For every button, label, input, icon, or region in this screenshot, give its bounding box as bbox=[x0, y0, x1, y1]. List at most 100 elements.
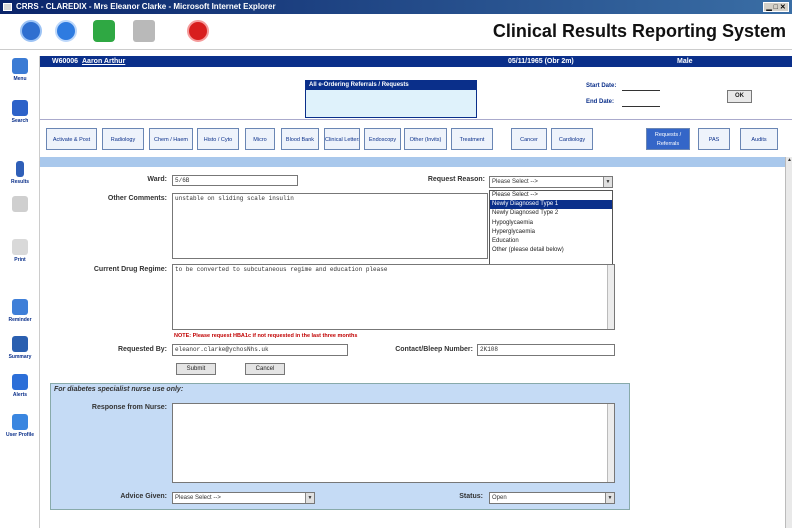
ward-input[interactable]: 5/6B bbox=[172, 175, 298, 186]
status-select[interactable]: Open ▼ bbox=[489, 492, 615, 504]
sidebar-item-reminder[interactable]: Reminder bbox=[4, 299, 36, 323]
pen-icon bbox=[12, 239, 28, 255]
start-date-label: Start Date: bbox=[586, 83, 617, 89]
tab-chem-haem[interactable]: Chem / Haem bbox=[149, 128, 193, 150]
sidebar-item-search[interactable]: Search bbox=[4, 100, 36, 124]
reason-option[interactable]: Other (please detail below) bbox=[490, 246, 612, 255]
other-comments-value: unstable on sliding scale insulin bbox=[175, 195, 294, 202]
hba1c-warning: NOTE: Please request HBA1c if not reques… bbox=[174, 333, 358, 339]
reason-option[interactable]: Hypoglycaemia bbox=[490, 219, 612, 228]
tab-cardiology[interactable]: Cardiology bbox=[551, 128, 593, 150]
request-reason-label: Request Reason: bbox=[427, 176, 485, 183]
tab-pas[interactable]: PAS bbox=[698, 128, 730, 150]
alerts-icon bbox=[12, 374, 28, 390]
sidebar-label: Results bbox=[10, 179, 30, 185]
ward-label: Ward: bbox=[147, 176, 167, 183]
nurse-section-header: For diabetes specialist nurse use only: bbox=[54, 386, 184, 393]
scroll-up-icon[interactable]: ▲ bbox=[786, 157, 792, 164]
reason-option[interactable]: Hyperglycaemia bbox=[490, 228, 612, 237]
sidebar-item-results[interactable]: Results bbox=[4, 161, 36, 185]
tab-micro[interactable]: Micro bbox=[245, 128, 275, 150]
current-drug-regime-value: to be converted to subcutaneous regime a… bbox=[175, 266, 388, 273]
sidebar-item-alerts[interactable]: Alerts bbox=[4, 374, 36, 398]
status-value: Open bbox=[492, 495, 507, 501]
end-date-label: End Date: bbox=[586, 99, 615, 105]
chevron-down-icon[interactable]: ▼ bbox=[603, 177, 612, 187]
sidebar-item-summary[interactable]: Summary bbox=[4, 336, 36, 360]
patient-sex: Male bbox=[677, 58, 693, 65]
sidebar-item-print[interactable]: Print bbox=[4, 239, 36, 263]
tab-requests-referrals[interactable]: Requests / Referrals bbox=[646, 128, 690, 150]
sidebar-item-chart[interactable] bbox=[4, 196, 36, 214]
status-label: Status: bbox=[459, 493, 483, 500]
tab-histo-cyto[interactable]: Histo / Cyto bbox=[197, 128, 239, 150]
advice-given-select[interactable]: Please Select --> ▼ bbox=[172, 492, 315, 504]
reason-option[interactable]: Please Select --> bbox=[490, 191, 612, 200]
reason-option[interactable]: Newly Diagnosed Type 2 bbox=[490, 209, 612, 218]
tab-blood-bank[interactable]: Blood Bank bbox=[281, 128, 319, 150]
window-title: CRRS - CLAREDIX - Mrs Eleanor Clarke - M… bbox=[16, 2, 276, 11]
test-tube-icon bbox=[16, 161, 24, 177]
left-sidebar: Menu Search Results Print Reminder Summa… bbox=[0, 56, 40, 528]
end-date-field[interactable] bbox=[622, 106, 660, 107]
chevron-down-icon[interactable]: ▼ bbox=[305, 493, 314, 503]
current-drug-regime-label: Current Drug Regime: bbox=[93, 266, 167, 273]
submit-button[interactable]: Submit bbox=[176, 363, 216, 375]
binoculars-icon bbox=[12, 100, 28, 116]
ok-button[interactable]: OK bbox=[727, 90, 752, 103]
other-comments-label: Other Comments: bbox=[107, 195, 167, 202]
form-header-band bbox=[40, 157, 785, 167]
sidebar-item-menu[interactable]: Menu bbox=[4, 58, 36, 82]
ordering-panel: All e-Ordering Referrals / Requests bbox=[305, 80, 477, 118]
chart-icon bbox=[12, 196, 28, 212]
requested-by-label: Requested By: bbox=[117, 346, 167, 353]
chevron-down-icon[interactable]: ▼ bbox=[605, 493, 614, 503]
tab-cancer[interactable]: Cancer bbox=[511, 128, 547, 150]
current-drug-regime-textarea[interactable]: to be converted to subcutaneous regime a… bbox=[172, 264, 615, 330]
tab-activate-post[interactable]: Activate & Post bbox=[46, 128, 97, 150]
reason-option[interactable]: Newly Diagnosed Type 1 bbox=[490, 200, 612, 210]
results-tabs: Activate & Post Radiology Chem / Haem Hi… bbox=[40, 126, 792, 154]
window-controls[interactable]: ▁ □ ✕ bbox=[763, 2, 789, 12]
close-icon[interactable] bbox=[187, 20, 209, 42]
requested-by-input[interactable]: eleanor.clarke@ychosNhs.uk bbox=[172, 344, 348, 356]
response-from-nurse-label: Response from Nurse: bbox=[91, 404, 167, 411]
patient-name[interactable]: Aaron Arthur bbox=[82, 56, 125, 67]
contact-bleep-input[interactable]: 2K108 bbox=[477, 344, 615, 356]
sidebar-label: Print bbox=[14, 257, 26, 263]
cancel-button[interactable]: Cancel bbox=[245, 363, 285, 375]
sidebar-label: Alerts bbox=[12, 392, 28, 398]
sidebar-label: Menu bbox=[13, 76, 27, 82]
page-scrollbar[interactable]: ▲ bbox=[785, 157, 792, 528]
tab-audits[interactable]: Audits bbox=[740, 128, 778, 150]
sidebar-label: User Profile bbox=[5, 432, 35, 438]
textarea-scrollbar[interactable] bbox=[607, 265, 614, 329]
refresh-icon[interactable] bbox=[93, 20, 115, 42]
ordering-header: All e-Ordering Referrals / Requests bbox=[306, 81, 476, 90]
tab-radiology[interactable]: Radiology bbox=[102, 128, 144, 150]
menu-icon bbox=[12, 58, 28, 74]
request-reason-value: Please Select --> bbox=[492, 179, 538, 185]
reason-option[interactable]: Education bbox=[490, 237, 612, 246]
print-icon[interactable] bbox=[133, 20, 155, 42]
sidebar-label: Search bbox=[11, 118, 29, 124]
window-title-bar: CRRS - CLAREDIX - Mrs Eleanor Clarke - M… bbox=[0, 0, 792, 14]
sidebar-item-user-profile[interactable]: User Profile bbox=[4, 414, 36, 438]
textarea-scrollbar[interactable] bbox=[607, 404, 614, 482]
response-from-nurse-textarea[interactable] bbox=[172, 403, 615, 483]
request-reason-select[interactable]: Please Select --> ▼ bbox=[489, 176, 613, 188]
back-icon[interactable] bbox=[55, 20, 77, 42]
tab-clinical-letters[interactable]: Clinical Letters bbox=[324, 128, 360, 150]
main-toolbar: Clinical Results Reporting System bbox=[0, 14, 792, 50]
advice-given-value: Please Select --> bbox=[175, 495, 221, 501]
tab-other[interactable]: Other (Invits) bbox=[404, 128, 447, 150]
sidebar-label: Summary bbox=[8, 354, 32, 360]
ie-app-icon bbox=[3, 3, 12, 11]
help-icon[interactable] bbox=[20, 20, 42, 42]
other-comments-textarea[interactable]: unstable on sliding scale insulin bbox=[172, 193, 488, 259]
start-date-field[interactable] bbox=[622, 90, 660, 91]
tab-endoscopy[interactable]: Endoscopy bbox=[364, 128, 401, 150]
advice-given-label: Advice Given: bbox=[120, 493, 167, 500]
request-reason-options[interactable]: Please Select --> Newly Diagnosed Type 1… bbox=[489, 190, 613, 266]
tab-treatment[interactable]: Treatment bbox=[451, 128, 493, 150]
